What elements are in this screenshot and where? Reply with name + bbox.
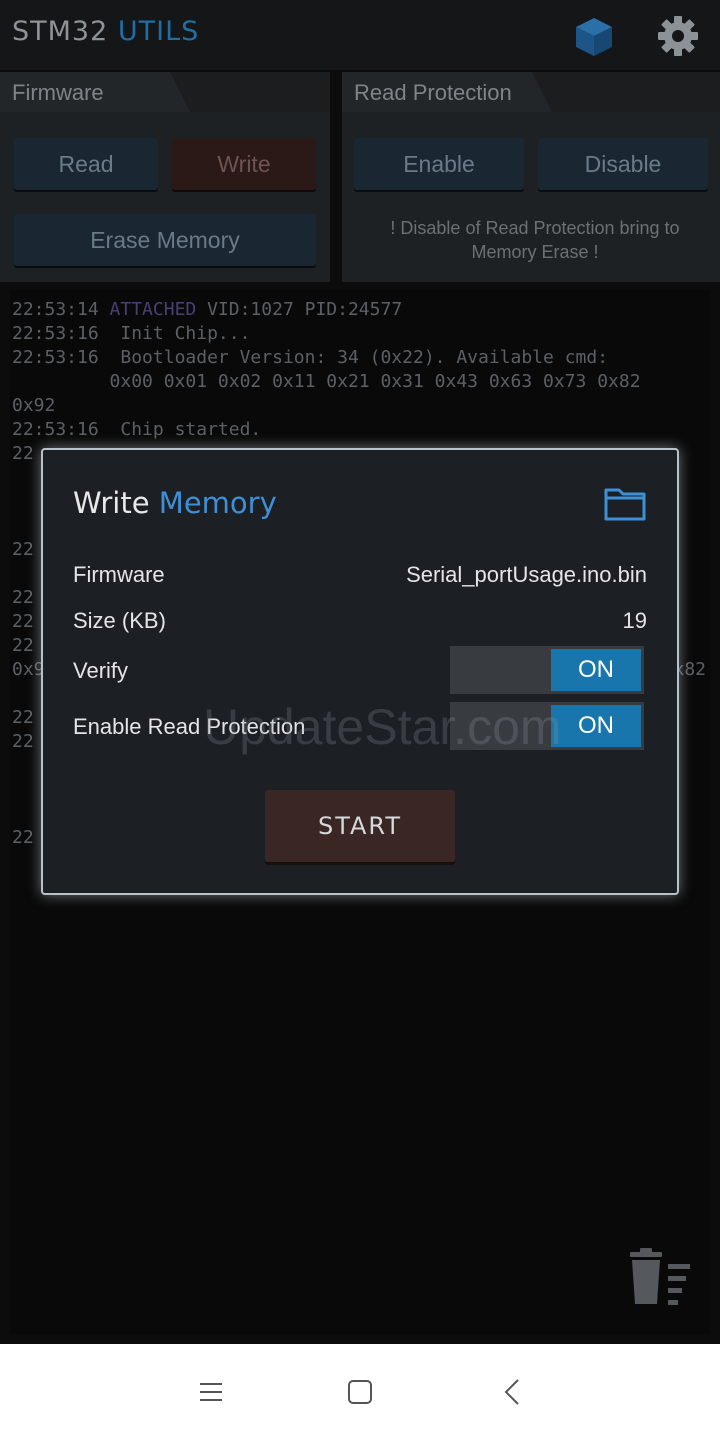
log-event: ATTACHED	[109, 299, 197, 320]
log-timestamp: 22:53:16	[12, 419, 99, 440]
write-memory-dialog: Write Memory Firmware Serial_portUsage.i…	[41, 448, 679, 895]
enable-button[interactable]: Enable	[354, 138, 524, 190]
write-button[interactable]: Write	[172, 138, 316, 190]
log-text: 22	[12, 731, 34, 752]
log-line: 22:53:16 Bootloader Version: 34 (0x22). …	[12, 346, 608, 370]
back-icon[interactable]	[500, 1378, 524, 1406]
log-line: 22	[12, 706, 34, 730]
verify-toggle-state: ON	[551, 649, 641, 691]
disable-button[interactable]: Disable	[538, 138, 708, 190]
app-title-utils: UTILS	[117, 16, 200, 47]
app-title: STM32 UTILS	[12, 16, 199, 47]
log-text: 22	[12, 443, 34, 464]
log-line: 22:53:16 Init Chip...	[12, 322, 250, 346]
log-line: 22	[12, 634, 34, 658]
log-line: 22:53:16 Chip started.	[12, 418, 261, 442]
firmware-tab: Firmware	[0, 72, 190, 112]
read-button[interactable]: Read	[14, 138, 158, 190]
app-bar: STM32 UTILS	[0, 0, 720, 70]
dialog-title-memory: Memory	[158, 486, 277, 520]
log-timestamp: 22:53:14	[12, 299, 99, 320]
read-protection-warning: ! Disable of Read Protection bring to Me…	[390, 218, 680, 262]
log-line: 22	[12, 442, 34, 466]
system-nav-bar	[0, 1344, 720, 1440]
log-line: 22	[12, 538, 34, 562]
erase-memory-button[interactable]: Erase Memory	[14, 214, 316, 266]
log-line: 0x9	[12, 658, 45, 682]
cube-icon[interactable]	[572, 14, 616, 58]
log-text: 22	[12, 539, 34, 560]
folder-icon[interactable]	[603, 486, 647, 522]
menu-icon[interactable]	[198, 1380, 224, 1404]
log-line: 0x92	[12, 394, 55, 418]
dialog-title: Write Memory	[73, 486, 277, 520]
log-text: VID:1027 PID:24577	[196, 299, 403, 320]
log-text: 22	[12, 587, 34, 608]
dialog-title-write: Write	[73, 486, 150, 520]
read-protection-toggle[interactable]: ON	[450, 702, 644, 750]
log-line: 0x00 0x01 0x02 0x11 0x21 0x31 0x43 0x63 …	[12, 370, 641, 394]
firmware-value: Serial_portUsage.ino.bin	[406, 562, 647, 587]
log-text: 0x00 0x01 0x02 0x11 0x21 0x31 0x43 0x63 …	[12, 371, 641, 392]
log-timestamp: 22:53:16	[12, 347, 99, 368]
log-text: Init Chip...	[109, 323, 251, 344]
log-line: 22	[12, 586, 34, 610]
firmware-label: Firmware	[73, 562, 165, 587]
start-button[interactable]: START	[265, 790, 455, 862]
log-text: 22	[12, 707, 34, 728]
read-protection-toggle-state: ON	[551, 705, 641, 747]
log-text: 0x9	[12, 659, 45, 680]
size-label: Size (KB)	[73, 608, 166, 633]
size-value: 19	[622, 608, 647, 633]
app-title-stm32: STM32	[12, 16, 109, 47]
log-text: 22	[12, 827, 34, 848]
read-protection-tab: Read Protection	[342, 72, 552, 112]
log-text: 0x92	[12, 395, 56, 416]
verify-label: Verify	[73, 658, 129, 683]
verify-toggle[interactable]: ON	[450, 646, 644, 694]
log-line: 22	[12, 826, 34, 850]
log-line: 22	[12, 730, 34, 754]
home-icon[interactable]	[347, 1379, 373, 1405]
log-text: 22	[12, 635, 34, 656]
gear-icon[interactable]	[656, 14, 700, 58]
log-text: Bootloader Version: 34 (0x22). Available…	[109, 347, 609, 368]
log-line: 22	[12, 610, 34, 634]
log-timestamp: 22:53:16	[12, 323, 99, 344]
trash-clear-icon[interactable]	[622, 1246, 702, 1310]
log-text: 22	[12, 611, 34, 632]
log-text: Chip started.	[109, 419, 262, 440]
log-line: 22:53:14 ATTACHED VID:1027 PID:24577	[12, 298, 402, 322]
read-protection-label: Enable Read Protection	[73, 714, 306, 739]
